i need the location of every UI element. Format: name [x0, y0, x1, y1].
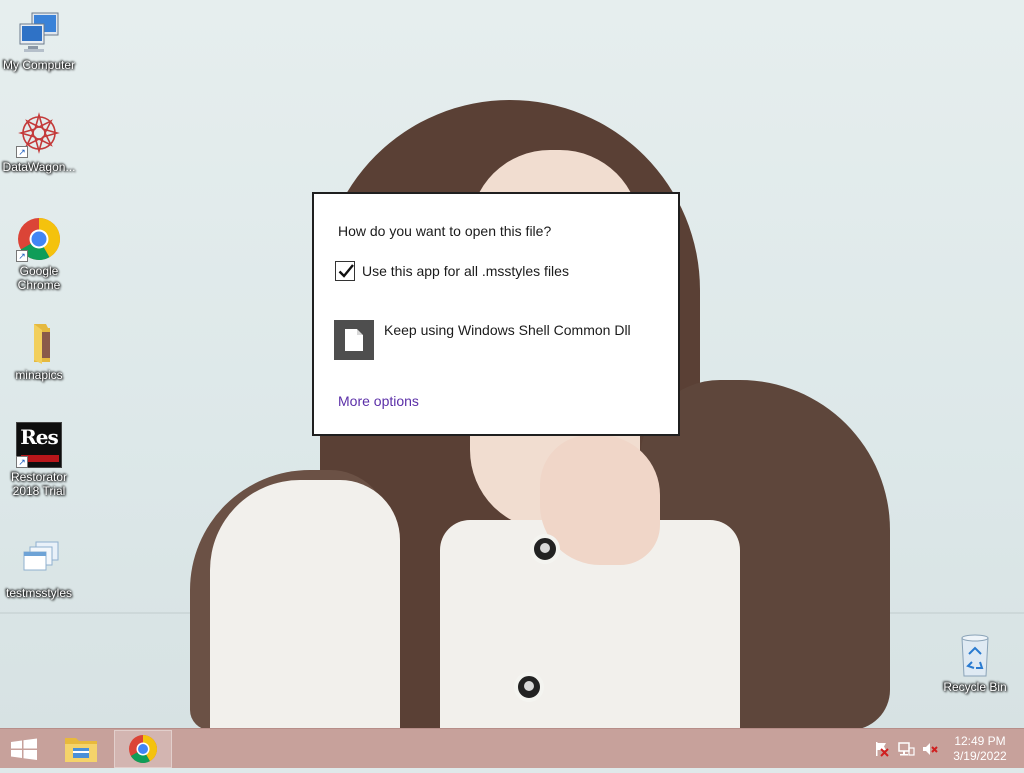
start-button[interactable] — [0, 730, 48, 768]
clock-time: 12:49 PM — [954, 734, 1006, 748]
wallpaper-sweater-left — [210, 480, 400, 728]
file-explorer-icon — [65, 738, 97, 762]
desktop-icon-my-computer[interactable]: My Computer — [0, 10, 78, 72]
document-icon — [334, 320, 374, 360]
dialog-title: How do you want to open this file? — [338, 223, 552, 239]
use-app-for-all-checkbox[interactable]: Use this app for all .msstyles files — [335, 260, 569, 282]
msstyles-file-icon — [16, 538, 62, 584]
folder-icon — [16, 320, 62, 366]
shortcut-arrow-icon: ↗ — [16, 146, 28, 158]
chrome-icon — [129, 735, 157, 763]
volume-muted-icon[interactable] — [921, 740, 939, 758]
desktop-icon-datawagon[interactable]: ↗ DataWagon... — [0, 112, 78, 174]
checkbox-checked-icon[interactable] — [335, 261, 355, 281]
taskbar-google-chrome[interactable] — [114, 730, 172, 768]
desktop-icon-label: testmsstyles — [5, 586, 72, 600]
clock-date: 3/19/2022 — [953, 749, 1007, 763]
shortcut-arrow-icon: ↗ — [16, 250, 28, 262]
desktop-icon-minapics[interactable]: minapics — [0, 320, 78, 382]
datawagon-icon: ↗ — [16, 112, 62, 158]
desktop-icon-restorator[interactable]: Res ↗ Restorator 2018 Trial — [0, 422, 78, 498]
taskbar-clock[interactable]: 12:49 PM 3/19/2022 — [940, 734, 1020, 764]
desktop-icon-label: My Computer — [2, 58, 76, 72]
taskbar: 12:49 PM 3/19/2022 — [0, 728, 1024, 768]
restorator-icon: Res ↗ — [16, 422, 62, 468]
shortcut-arrow-icon: ↗ — [16, 456, 28, 468]
desktop-icon-label: minapics — [15, 368, 63, 382]
desktop-icon-label: DataWagon... — [2, 160, 76, 174]
wallpaper-coat-button — [514, 672, 544, 702]
open-with-dialog: How do you want to open this file? Use t… — [312, 192, 680, 436]
wallpaper-coat-button — [530, 534, 560, 564]
more-options-link[interactable]: More options — [338, 393, 419, 409]
desktop-icon-testmsstyles[interactable]: testmsstyles — [0, 538, 78, 600]
checkbox-label: Use this app for all .msstyles files — [362, 263, 569, 279]
desktop-icon-label: Google Chrome — [17, 264, 61, 292]
network-icon[interactable] — [897, 740, 915, 758]
chrome-icon: ↗ — [16, 216, 62, 262]
action-center-flag-icon[interactable] — [872, 740, 890, 758]
recycle-bin-icon — [952, 632, 998, 678]
desktop-icon-label: Restorator 2018 Trial — [10, 470, 68, 498]
desktop-icon-label: Recycle Bin — [943, 680, 1007, 694]
desktop-icon-google-chrome[interactable]: ↗ Google Chrome — [0, 216, 78, 292]
start-icon — [11, 738, 37, 760]
desktop-icon-recycle-bin[interactable]: Recycle Bin — [936, 632, 1014, 694]
app-option-label: Keep using Windows Shell Common Dll — [384, 322, 631, 338]
restorator-logo-text: Res — [20, 425, 59, 449]
taskbar-file-explorer[interactable] — [56, 730, 106, 768]
app-option-windows-shell-common-dll[interactable]: Keep using Windows Shell Common Dll — [334, 320, 664, 362]
my-computer-icon — [16, 10, 62, 56]
